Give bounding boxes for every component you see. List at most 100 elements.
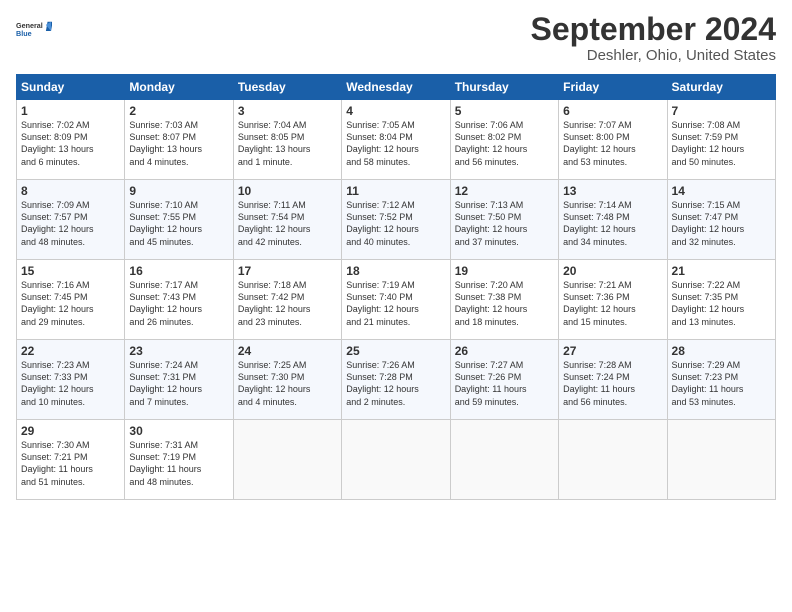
- day-info: Sunrise: 7:07 AM Sunset: 8:00 PM Dayligh…: [563, 119, 662, 168]
- day-info: Sunrise: 7:16 AM Sunset: 7:45 PM Dayligh…: [21, 279, 120, 328]
- logo-svg: General Blue: [16, 12, 52, 48]
- day-info: Sunrise: 7:22 AM Sunset: 7:35 PM Dayligh…: [672, 279, 771, 328]
- week-row-3: 15Sunrise: 7:16 AM Sunset: 7:45 PM Dayli…: [17, 260, 776, 340]
- day-cell: [342, 420, 450, 500]
- day-number: 19: [455, 264, 554, 278]
- day-cell: 17Sunrise: 7:18 AM Sunset: 7:42 PM Dayli…: [233, 260, 341, 340]
- col-header-tuesday: Tuesday: [233, 75, 341, 100]
- day-cell: 28Sunrise: 7:29 AM Sunset: 7:23 PM Dayli…: [667, 340, 775, 420]
- day-cell: 23Sunrise: 7:24 AM Sunset: 7:31 PM Dayli…: [125, 340, 233, 420]
- day-number: 25: [346, 344, 445, 358]
- header-row: SundayMondayTuesdayWednesdayThursdayFrid…: [17, 75, 776, 100]
- day-number: 5: [455, 104, 554, 118]
- day-cell: 27Sunrise: 7:28 AM Sunset: 7:24 PM Dayli…: [559, 340, 667, 420]
- day-number: 6: [563, 104, 662, 118]
- title-area: September 2024 Deshler, Ohio, United Sta…: [531, 12, 776, 64]
- day-number: 22: [21, 344, 120, 358]
- day-number: 27: [563, 344, 662, 358]
- day-cell: [233, 420, 341, 500]
- day-cell: 21Sunrise: 7:22 AM Sunset: 7:35 PM Dayli…: [667, 260, 775, 340]
- day-info: Sunrise: 7:26 AM Sunset: 7:28 PM Dayligh…: [346, 359, 445, 408]
- day-cell: 30Sunrise: 7:31 AM Sunset: 7:19 PM Dayli…: [125, 420, 233, 500]
- day-number: 28: [672, 344, 771, 358]
- day-number: 8: [21, 184, 120, 198]
- day-info: Sunrise: 7:28 AM Sunset: 7:24 PM Dayligh…: [563, 359, 662, 408]
- day-number: 10: [238, 184, 337, 198]
- day-info: Sunrise: 7:21 AM Sunset: 7:36 PM Dayligh…: [563, 279, 662, 328]
- location: Deshler, Ohio, United States: [531, 47, 776, 64]
- day-cell: 11Sunrise: 7:12 AM Sunset: 7:52 PM Dayli…: [342, 180, 450, 260]
- day-cell: 9Sunrise: 7:10 AM Sunset: 7:55 PM Daylig…: [125, 180, 233, 260]
- day-number: 4: [346, 104, 445, 118]
- header: General Blue September 2024 Deshler, Ohi…: [16, 12, 776, 64]
- col-header-monday: Monday: [125, 75, 233, 100]
- day-cell: 7Sunrise: 7:08 AM Sunset: 7:59 PM Daylig…: [667, 100, 775, 180]
- week-row-5: 29Sunrise: 7:30 AM Sunset: 7:21 PM Dayli…: [17, 420, 776, 500]
- day-info: Sunrise: 7:25 AM Sunset: 7:30 PM Dayligh…: [238, 359, 337, 408]
- day-number: 11: [346, 184, 445, 198]
- day-info: Sunrise: 7:10 AM Sunset: 7:55 PM Dayligh…: [129, 199, 228, 248]
- day-cell: [450, 420, 558, 500]
- day-info: Sunrise: 7:08 AM Sunset: 7:59 PM Dayligh…: [672, 119, 771, 168]
- day-info: Sunrise: 7:12 AM Sunset: 7:52 PM Dayligh…: [346, 199, 445, 248]
- day-info: Sunrise: 7:29 AM Sunset: 7:23 PM Dayligh…: [672, 359, 771, 408]
- day-info: Sunrise: 7:13 AM Sunset: 7:50 PM Dayligh…: [455, 199, 554, 248]
- day-info: Sunrise: 7:19 AM Sunset: 7:40 PM Dayligh…: [346, 279, 445, 328]
- day-info: Sunrise: 7:14 AM Sunset: 7:48 PM Dayligh…: [563, 199, 662, 248]
- day-info: Sunrise: 7:27 AM Sunset: 7:26 PM Dayligh…: [455, 359, 554, 408]
- day-info: Sunrise: 7:23 AM Sunset: 7:33 PM Dayligh…: [21, 359, 120, 408]
- day-number: 9: [129, 184, 228, 198]
- day-number: 29: [21, 424, 120, 438]
- day-number: 13: [563, 184, 662, 198]
- day-cell: 1Sunrise: 7:02 AM Sunset: 8:09 PM Daylig…: [17, 100, 125, 180]
- day-number: 1: [21, 104, 120, 118]
- day-cell: 5Sunrise: 7:06 AM Sunset: 8:02 PM Daylig…: [450, 100, 558, 180]
- day-info: Sunrise: 7:05 AM Sunset: 8:04 PM Dayligh…: [346, 119, 445, 168]
- day-cell: 18Sunrise: 7:19 AM Sunset: 7:40 PM Dayli…: [342, 260, 450, 340]
- day-cell: 3Sunrise: 7:04 AM Sunset: 8:05 PM Daylig…: [233, 100, 341, 180]
- day-cell: [667, 420, 775, 500]
- day-cell: 8Sunrise: 7:09 AM Sunset: 7:57 PM Daylig…: [17, 180, 125, 260]
- day-cell: 29Sunrise: 7:30 AM Sunset: 7:21 PM Dayli…: [17, 420, 125, 500]
- col-header-wednesday: Wednesday: [342, 75, 450, 100]
- week-row-1: 1Sunrise: 7:02 AM Sunset: 8:09 PM Daylig…: [17, 100, 776, 180]
- day-number: 15: [21, 264, 120, 278]
- day-number: 26: [455, 344, 554, 358]
- day-number: 21: [672, 264, 771, 278]
- month-title: September 2024: [531, 12, 776, 47]
- col-header-friday: Friday: [559, 75, 667, 100]
- day-cell: 4Sunrise: 7:05 AM Sunset: 8:04 PM Daylig…: [342, 100, 450, 180]
- logo: General Blue: [16, 12, 52, 48]
- day-info: Sunrise: 7:02 AM Sunset: 8:09 PM Dayligh…: [21, 119, 120, 168]
- day-info: Sunrise: 7:20 AM Sunset: 7:38 PM Dayligh…: [455, 279, 554, 328]
- day-cell: 2Sunrise: 7:03 AM Sunset: 8:07 PM Daylig…: [125, 100, 233, 180]
- col-header-thursday: Thursday: [450, 75, 558, 100]
- day-info: Sunrise: 7:18 AM Sunset: 7:42 PM Dayligh…: [238, 279, 337, 328]
- day-number: 24: [238, 344, 337, 358]
- day-info: Sunrise: 7:03 AM Sunset: 8:07 PM Dayligh…: [129, 119, 228, 168]
- day-number: 3: [238, 104, 337, 118]
- day-number: 14: [672, 184, 771, 198]
- week-row-4: 22Sunrise: 7:23 AM Sunset: 7:33 PM Dayli…: [17, 340, 776, 420]
- day-cell: 15Sunrise: 7:16 AM Sunset: 7:45 PM Dayli…: [17, 260, 125, 340]
- day-cell: 20Sunrise: 7:21 AM Sunset: 7:36 PM Dayli…: [559, 260, 667, 340]
- col-header-sunday: Sunday: [17, 75, 125, 100]
- day-cell: 13Sunrise: 7:14 AM Sunset: 7:48 PM Dayli…: [559, 180, 667, 260]
- page-container: General Blue September 2024 Deshler, Ohi…: [0, 0, 792, 508]
- day-info: Sunrise: 7:11 AM Sunset: 7:54 PM Dayligh…: [238, 199, 337, 248]
- day-number: 20: [563, 264, 662, 278]
- day-cell: 12Sunrise: 7:13 AM Sunset: 7:50 PM Dayli…: [450, 180, 558, 260]
- day-number: 16: [129, 264, 228, 278]
- day-cell: 14Sunrise: 7:15 AM Sunset: 7:47 PM Dayli…: [667, 180, 775, 260]
- day-cell: 22Sunrise: 7:23 AM Sunset: 7:33 PM Dayli…: [17, 340, 125, 420]
- calendar-table: SundayMondayTuesdayWednesdayThursdayFrid…: [16, 74, 776, 500]
- day-info: Sunrise: 7:17 AM Sunset: 7:43 PM Dayligh…: [129, 279, 228, 328]
- day-cell: 6Sunrise: 7:07 AM Sunset: 8:00 PM Daylig…: [559, 100, 667, 180]
- week-row-2: 8Sunrise: 7:09 AM Sunset: 7:57 PM Daylig…: [17, 180, 776, 260]
- day-cell: 26Sunrise: 7:27 AM Sunset: 7:26 PM Dayli…: [450, 340, 558, 420]
- day-cell: 16Sunrise: 7:17 AM Sunset: 7:43 PM Dayli…: [125, 260, 233, 340]
- day-number: 17: [238, 264, 337, 278]
- day-cell: 10Sunrise: 7:11 AM Sunset: 7:54 PM Dayli…: [233, 180, 341, 260]
- day-number: 12: [455, 184, 554, 198]
- day-info: Sunrise: 7:30 AM Sunset: 7:21 PM Dayligh…: [21, 439, 120, 488]
